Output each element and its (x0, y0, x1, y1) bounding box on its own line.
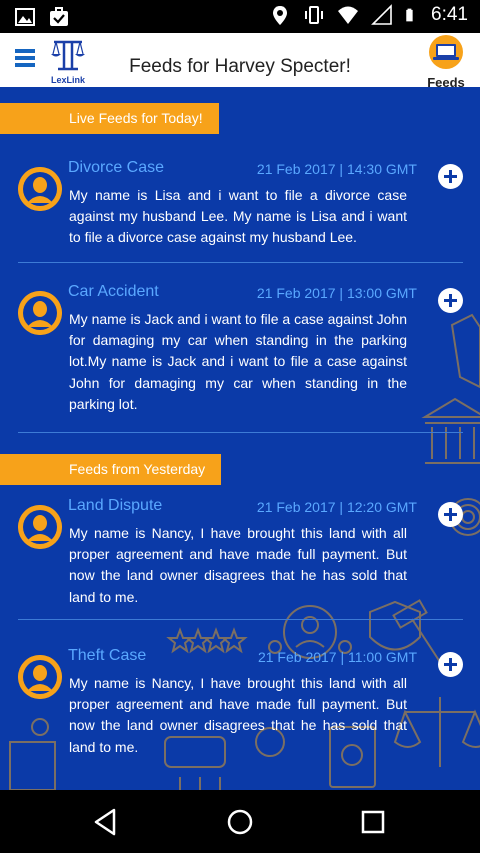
user-avatar-icon (18, 505, 62, 549)
home-icon[interactable] (224, 806, 256, 838)
feed-item[interactable]: Car Accident 21 Feb 2017 | 13:00 GMT My … (18, 283, 463, 412)
clock: 6:41 (431, 4, 468, 25)
feed-body: My name is Nancy, I have brought this la… (69, 675, 407, 755)
feed-title: Car Accident (68, 283, 159, 300)
feed-title: Theft Case (68, 647, 147, 664)
status-bar: 6:41 (0, 0, 480, 33)
feed-item[interactable]: Theft Case 21 Feb 2017 | 11:00 GMT My na… (18, 647, 463, 757)
add-feed-button[interactable] (438, 164, 463, 189)
briefcase-check-icon (50, 7, 68, 26)
location-icon (273, 6, 288, 25)
feed-body: My name is Jack and i want to file a cas… (69, 311, 407, 412)
add-feed-button[interactable] (438, 502, 463, 527)
page-title: Feeds for Harvey Specter! (129, 56, 351, 77)
system-nav-bar (0, 790, 480, 853)
user-avatar-icon (18, 167, 62, 211)
divider (18, 432, 463, 433)
divider (18, 262, 463, 263)
image-icon (15, 8, 35, 26)
feed-item[interactable]: Divorce Case 21 Feb 2017 | 14:30 GMT My … (18, 159, 463, 245)
feed-list[interactable]: Live Feeds for Today! Divorce Case 21 Fe… (0, 87, 480, 790)
feed-title: Land Dispute (68, 497, 163, 514)
avatar (18, 291, 62, 335)
user-avatar-icon (18, 655, 62, 699)
battery-icon (406, 8, 413, 22)
feed-body: My name is Lisa and i want to file a div… (69, 187, 407, 246)
app-header: LexLink Feeds for Harvey Specter! Feeds (0, 33, 480, 90)
feeds-laptop-icon (429, 35, 463, 69)
wifi-icon (338, 6, 359, 24)
feed-date: 21 Feb 2017 | 12:20 GMT (256, 499, 417, 515)
user-avatar-icon (18, 291, 62, 335)
feed-date: 21 Feb 2017 | 13:00 GMT (256, 285, 417, 301)
feed-date: 21 Feb 2017 | 14:30 GMT (256, 161, 417, 177)
avatar (18, 655, 62, 699)
feed-date: 21 Feb 2017 | 11:00 GMT (257, 649, 417, 665)
add-feed-button[interactable] (438, 288, 463, 313)
section-header-yesterday: Feeds from Yesterday (0, 454, 222, 485)
feed-body: My name is Nancy, I have brought this la… (69, 525, 407, 605)
add-feed-button[interactable] (438, 652, 463, 677)
avatar (18, 167, 62, 211)
feed-title: Divorce Case (68, 159, 165, 176)
back-icon[interactable] (90, 806, 122, 838)
avatar (18, 505, 62, 549)
section-header-today: Live Feeds for Today! (0, 103, 219, 134)
vibrate-icon (305, 6, 324, 24)
feeds-tab[interactable]: Feeds (426, 35, 466, 90)
recents-icon[interactable] (357, 806, 389, 838)
signal-icon (371, 4, 392, 25)
feed-item[interactable]: Land Dispute 21 Feb 2017 | 12:20 GMT My … (18, 497, 463, 607)
divider (18, 619, 463, 620)
